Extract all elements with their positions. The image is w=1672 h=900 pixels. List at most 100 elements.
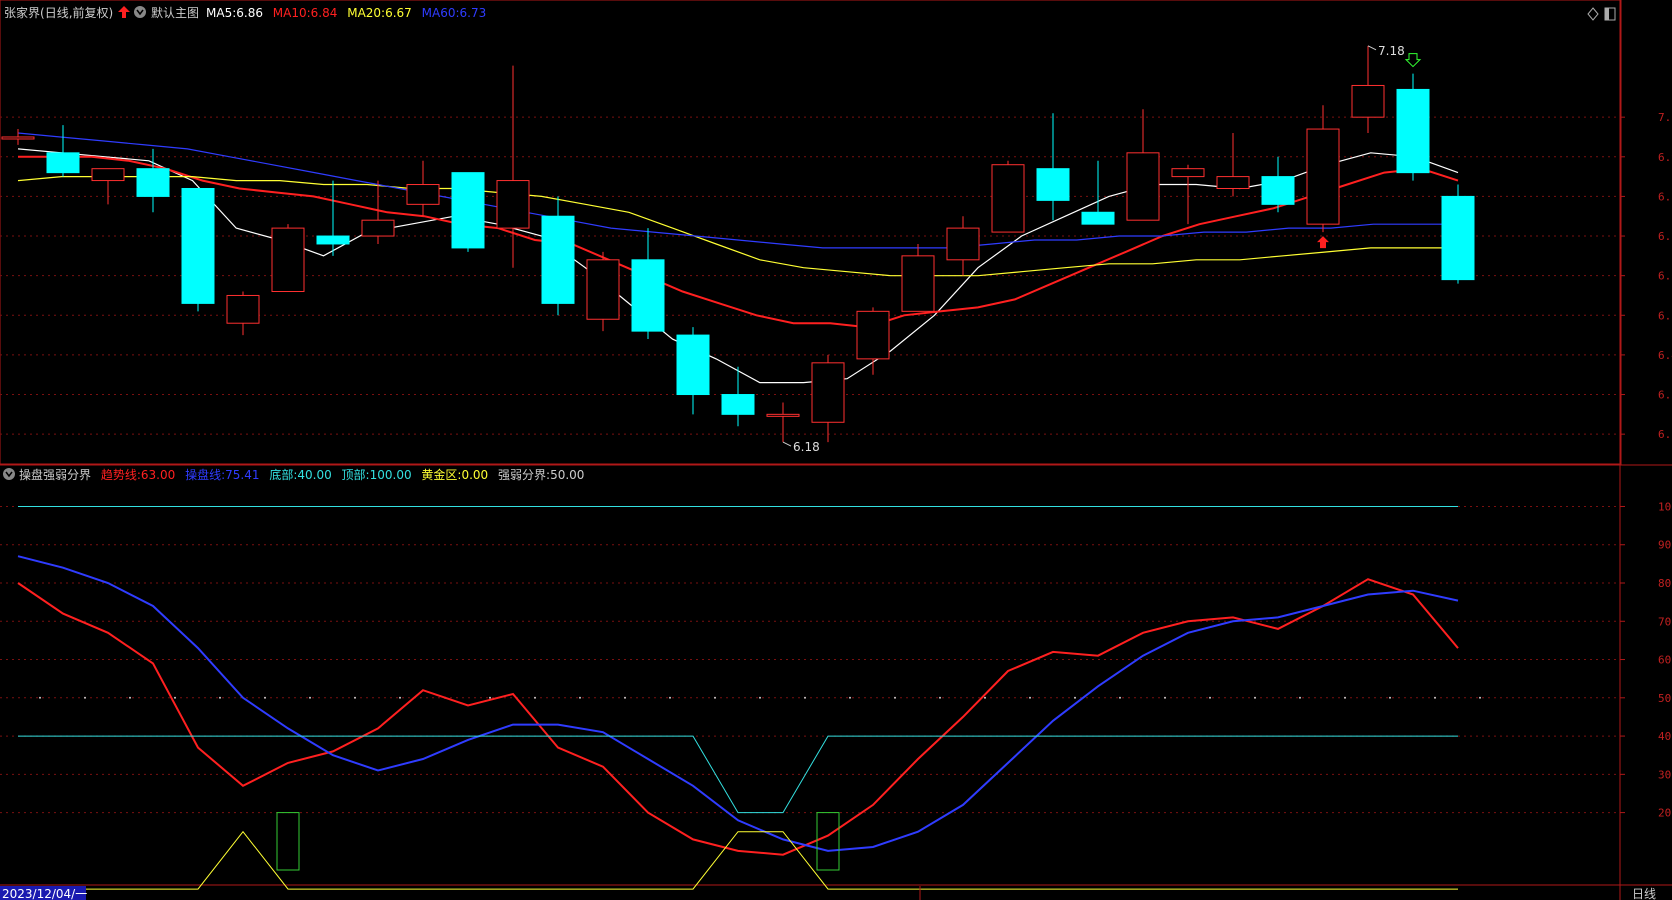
indicator-tick-label: 30.00 — [1658, 768, 1672, 781]
boundary-dot — [534, 696, 536, 699]
candle-down — [631, 259, 665, 332]
candle-down — [541, 215, 575, 304]
candle-down — [1036, 168, 1070, 201]
diamond-icon[interactable] — [1587, 7, 1599, 21]
candle-up — [496, 180, 530, 229]
price-tick-label: 6.90 — [1658, 151, 1672, 164]
indicator-tick-label: 80.00 — [1658, 577, 1672, 590]
candle-down — [136, 168, 170, 197]
green-signal-box — [816, 812, 840, 871]
boundary-dot — [39, 696, 41, 699]
candle-up — [271, 227, 305, 293]
boundary-dot — [1344, 696, 1346, 699]
candle-down — [721, 394, 755, 415]
boundary-dot — [129, 696, 131, 699]
boundary-dot — [354, 696, 356, 699]
red-up-arrow-icon — [1317, 236, 1329, 249]
indicator-series-line — [17, 555, 1459, 852]
ma-legend: MA5:6.86 MA10:6.84 MA20:6.67 MA60:6.73 — [206, 6, 486, 20]
candle-up — [1306, 128, 1340, 225]
indicator-tick-label: 90.00 — [1658, 539, 1672, 552]
boundary-dot — [1029, 696, 1031, 699]
boundary-dot — [669, 696, 671, 699]
ma60-value: 6.73 — [460, 6, 487, 20]
candle-up — [1171, 168, 1205, 178]
candle-up — [1216, 176, 1250, 189]
high-marker-label: 7.18 — [1378, 44, 1405, 58]
price-markers: 7.18 6.18 — [782, 44, 1422, 454]
candle-down — [676, 334, 710, 396]
indicator-tick-label: 100.0 — [1658, 500, 1672, 513]
indicator-tick-label: 40.00 — [1658, 730, 1672, 743]
ma20-label: MA20: — [347, 6, 385, 20]
candles[interactable] — [1, 45, 1475, 443]
boundary-dot — [309, 696, 311, 699]
boundary-dot — [174, 696, 176, 699]
candle-down — [181, 187, 215, 304]
price-tick-label: 6.50 — [1658, 309, 1672, 322]
boundary-dot — [1164, 696, 1166, 699]
ma20-value: 6.67 — [385, 6, 412, 20]
boundary-dot — [1209, 696, 1211, 699]
price-tick-label: 6.70 — [1658, 230, 1672, 243]
main-header: 张家界(日线,前复权) 默认主图 MA5:6.86 MA10:6.84 MA20… — [4, 5, 486, 20]
main-chart-name[interactable]: 默认主图 — [151, 5, 199, 20]
price-tick-label: 6.60 — [1658, 270, 1672, 283]
circle-chevron-icon[interactable] — [134, 6, 146, 18]
ma10-label: MA10: — [273, 6, 311, 20]
candle-up — [226, 294, 260, 324]
stock-title[interactable]: 张家界(日线,前复权) — [4, 5, 113, 20]
candle-up — [811, 362, 845, 423]
ma-lines — [17, 132, 1459, 384]
ma60-label: MA60: — [422, 6, 460, 20]
green-signal-box — [276, 812, 300, 871]
boundary-dot — [624, 696, 626, 699]
candle-down — [316, 235, 350, 245]
candle-up — [991, 164, 1025, 233]
date-readout: 2023/12/04/一 — [2, 887, 87, 900]
price-tick-label: 6.30 — [1658, 389, 1672, 402]
high-marker-leader — [1367, 45, 1377, 51]
candle-down — [46, 152, 80, 174]
boundary-dot — [264, 696, 266, 699]
boundary-dot — [1434, 696, 1436, 699]
candle-up — [766, 413, 800, 417]
ma5-label: MA5: — [206, 6, 236, 20]
candle-up — [1126, 152, 1160, 221]
boundary-dot — [1479, 696, 1481, 699]
green-down-arrow-icon — [1404, 53, 1422, 68]
stock-chart-canvas[interactable]: 6.20 6.30 6.40 6.50 6.60 6.70 6.80 6.90 7.00 7.1… — [0, 0, 1672, 900]
price-tick-label: 6.40 — [1658, 349, 1672, 362]
boundary-dot — [1389, 696, 1391, 699]
indicator-axis-labels: 20.00 30.00 40.00 50.00 60.00 70.00 80.00 90.00… — [1658, 500, 1672, 819]
candle-down — [1396, 88, 1430, 174]
indicator-grid — [0, 505, 1625, 814]
price-axis-labels: 6.20 6.30 6.40 6.50 6.60 6.70 6.80 6.90 7.00 — [1658, 111, 1672, 441]
boundary-dot — [939, 696, 941, 699]
candle-up — [946, 227, 980, 261]
boundary-dot — [714, 696, 716, 699]
red-up-arrow-icon — [118, 6, 130, 18]
boundary-dot — [849, 696, 851, 699]
indicator-tick-label: 50.00 — [1658, 692, 1672, 705]
low-marker-label: 6.18 — [793, 440, 820, 454]
candle-down — [1441, 195, 1475, 281]
boundary-dot — [1119, 696, 1121, 699]
boundary-dot — [1074, 696, 1076, 699]
ma10-value: 6.84 — [311, 6, 338, 20]
ma5-value: 6.86 — [236, 6, 263, 20]
window-toggle-icon[interactable] — [1604, 7, 1616, 21]
boundary-dot — [579, 696, 581, 699]
boundary-dot — [489, 696, 491, 699]
boundary-dot — [894, 696, 896, 699]
price-tick-label: 6.80 — [1658, 190, 1672, 203]
indicator-tick-label: 70.00 — [1658, 615, 1672, 628]
candle-up — [901, 255, 935, 312]
indicator-chevron-icon[interactable] — [3, 468, 15, 480]
candle-down — [1081, 211, 1115, 225]
indicator-legend: 操盘强弱分界 趋势线:63.00 操盘线:75.41 底部:40.00 顶部:1… — [19, 467, 584, 482]
candle-up — [1351, 84, 1385, 118]
period-button[interactable]: 日线 — [1632, 887, 1656, 900]
boundary-dot — [84, 696, 86, 699]
boundary-dot — [219, 696, 221, 699]
